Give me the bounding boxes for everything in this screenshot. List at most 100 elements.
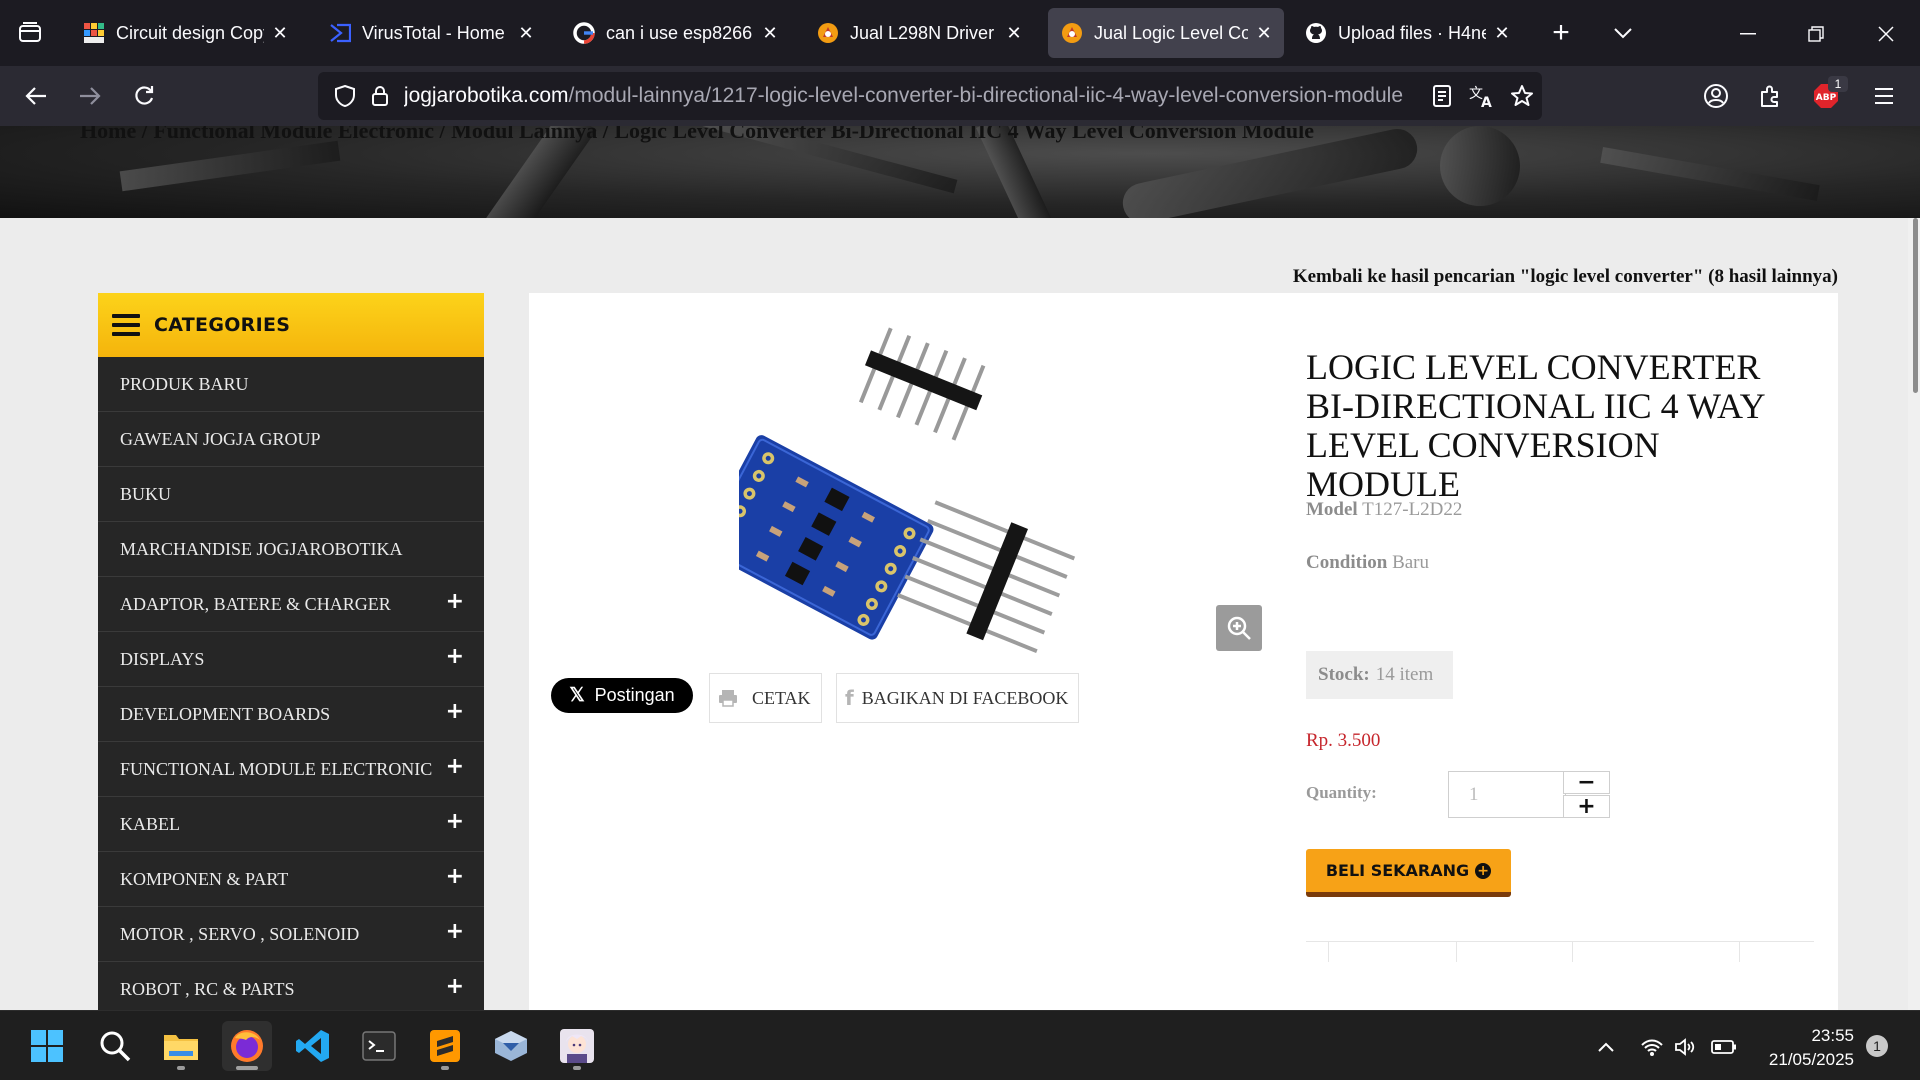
- close-tab-icon[interactable]: ✕: [516, 23, 536, 43]
- close-tab-icon[interactable]: ✕: [1254, 23, 1274, 43]
- tab-github-upload[interactable]: Upload files · H4nen ✕: [1292, 8, 1522, 58]
- forward-button[interactable]: [72, 78, 108, 114]
- arrow-right-icon: [80, 87, 101, 105]
- vscode-button[interactable]: [288, 1021, 338, 1071]
- volume-status[interactable]: [1672, 1033, 1700, 1061]
- reader-view-icon[interactable]: [1422, 85, 1462, 107]
- zoom-image-button[interactable]: [1216, 605, 1262, 651]
- category-komponen-part[interactable]: KOMPONEN & PART +: [98, 852, 484, 907]
- restore-button[interactable]: [1796, 14, 1836, 54]
- pinned-app-button[interactable]: [552, 1021, 602, 1071]
- expand-plus-icon[interactable]: +: [446, 754, 464, 779]
- close-tab-icon[interactable]: ✕: [760, 23, 780, 43]
- extensions-button[interactable]: [1752, 78, 1788, 114]
- address-bar[interactable]: jogjarobotika.com/modul-lainnya/1217-log…: [318, 72, 1542, 120]
- product-image[interactable]: [739, 313, 1119, 653]
- url-path: /modul-lainnya/1217-logic-level-converte…: [568, 84, 1404, 107]
- wifi-status[interactable]: [1638, 1033, 1666, 1061]
- tab-title: Jual L298N Driver M: [850, 22, 998, 43]
- category-motor-servo-solenoid[interactable]: MOTOR , SERVO , SOLENOID +: [98, 907, 484, 962]
- header-banner: Home / Functional Module Electronic / Mo…: [0, 126, 1920, 218]
- show-hidden-icons-button[interactable]: [1592, 1033, 1620, 1061]
- list-all-tabs-button[interactable]: [1608, 18, 1638, 48]
- product-title: LOGIC LEVEL CONVERTER BI-DIRECTIONAL IIC…: [1306, 347, 1765, 504]
- close-window-button[interactable]: [1866, 14, 1906, 54]
- breadcrumb[interactable]: Home / Functional Module Electronic / Mo…: [80, 126, 1314, 144]
- terminal-icon: [362, 1031, 396, 1061]
- tab-overview-button[interactable]: [12, 14, 48, 50]
- start-button[interactable]: [22, 1021, 72, 1071]
- taskbar-search-button[interactable]: [90, 1021, 140, 1071]
- category-development-boards[interactable]: DEVELOPMENT BOARDS +: [98, 687, 484, 742]
- category-label: MARCHANDISE JOGJAROBOTIKA: [120, 538, 403, 559]
- x-post-button[interactable]: 𝕏 Postingan: [551, 678, 693, 713]
- category-label: FUNCTIONAL MODULE ELECTRONIC: [120, 758, 433, 779]
- x-logo-icon: 𝕏: [569, 685, 585, 706]
- categories-header[interactable]: CATEGORIES: [98, 293, 484, 357]
- tab-l298n-driver[interactable]: Jual L298N Driver M ✕: [804, 8, 1034, 58]
- close-tab-icon[interactable]: ✕: [1004, 23, 1024, 43]
- tracking-protection-shield-icon[interactable]: [330, 85, 360, 107]
- quantity-input[interactable]: [1448, 771, 1566, 818]
- category-gawean-jogja-group[interactable]: GAWEAN JOGJA GROUP: [98, 412, 484, 467]
- tab-circuit-design[interactable]: Circuit design Copy ✕: [70, 8, 300, 58]
- virtualbox-button[interactable]: [486, 1021, 536, 1071]
- expand-plus-icon[interactable]: +: [446, 864, 464, 889]
- expand-plus-icon[interactable]: +: [446, 589, 464, 614]
- category-marchandise[interactable]: MARCHANDISE JOGJAROBOTIKA: [98, 522, 484, 577]
- app-menu-button[interactable]: [1866, 78, 1902, 114]
- new-tab-button[interactable]: +: [1546, 16, 1576, 49]
- sublime-text-icon: [430, 1030, 460, 1062]
- buy-now-button[interactable]: BELI SEKARANG +: [1306, 849, 1511, 897]
- expand-plus-icon[interactable]: +: [446, 919, 464, 944]
- category-buku[interactable]: BUKU: [98, 467, 484, 522]
- grid-app-icon: [82, 21, 106, 45]
- quantity-increase-button[interactable]: +: [1563, 794, 1610, 819]
- category-adaptor-batere-charger[interactable]: ADAPTOR, BATERE & CHARGER +: [98, 577, 484, 632]
- expand-plus-icon[interactable]: +: [446, 644, 464, 669]
- plus-icon: +: [1552, 16, 1570, 49]
- battery-status[interactable]: [1710, 1033, 1738, 1061]
- back-to-search-results-link[interactable]: Kembali ke hasil pencarian "logic level …: [1293, 266, 1838, 288]
- url-text[interactable]: jogjarobotika.com/modul-lainnya/1217-log…: [404, 84, 1422, 108]
- category-functional-module-electronic[interactable]: FUNCTIONAL MODULE ELECTRONIC +: [98, 742, 484, 797]
- file-explorer-button[interactable]: [156, 1021, 206, 1071]
- firefox-button[interactable]: [222, 1021, 272, 1071]
- scrollbar-thumb[interactable]: [1913, 218, 1918, 393]
- close-tab-icon[interactable]: ✕: [1492, 23, 1512, 43]
- reload-icon: [135, 86, 154, 105]
- clock-date: 21/05/2025: [1768, 1050, 1854, 1069]
- sublime-text-button[interactable]: [420, 1021, 470, 1071]
- close-tab-icon[interactable]: ✕: [270, 23, 290, 43]
- back-button[interactable]: [18, 78, 54, 114]
- notification-count-badge[interactable]: 1: [1866, 1035, 1888, 1057]
- category-displays[interactable]: DISPLAYS +: [98, 632, 484, 687]
- minimize-button[interactable]: [1728, 14, 1768, 54]
- page-scrollbar[interactable]: [1908, 218, 1920, 1010]
- tab-logic-level-converter[interactable]: Jual Logic Level Con ✕: [1048, 8, 1284, 58]
- translate-icon[interactable]: 文A: [1462, 84, 1502, 108]
- categories-sidebar: CATEGORIES PRODUK BARU GAWEAN JOGJA GROU…: [98, 293, 484, 1010]
- account-button[interactable]: [1698, 78, 1734, 114]
- categories-title: CATEGORIES: [154, 314, 291, 336]
- minus-icon: −: [1577, 770, 1596, 795]
- quantity-decrease-button[interactable]: −: [1563, 770, 1610, 795]
- tab-title: Upload files · H4nen: [1338, 22, 1486, 43]
- expand-plus-icon[interactable]: +: [446, 699, 464, 724]
- category-robot-rc-parts[interactable]: ROBOT , RC & PARTS +: [98, 962, 484, 1010]
- adblock-badge: 1: [1828, 76, 1848, 92]
- terminal-button[interactable]: [354, 1021, 404, 1071]
- share-facebook-button[interactable]: f BAGIKAN DI FACEBOOK: [836, 673, 1079, 723]
- tab-google-search[interactable]: can i use esp8266 fo ✕: [560, 8, 790, 58]
- print-button[interactable]: CETAK: [709, 673, 822, 723]
- category-kabel[interactable]: KABEL +: [98, 797, 484, 852]
- tab-virustotal[interactable]: VirusTotal - Home ✕: [316, 8, 546, 58]
- category-produk-baru[interactable]: PRODUK BARU: [98, 357, 484, 412]
- stock-label: Stock:: [1318, 664, 1370, 685]
- expand-plus-icon[interactable]: +: [446, 974, 464, 999]
- bookmark-star-icon[interactable]: [1502, 84, 1542, 108]
- lock-icon[interactable]: [366, 85, 394, 107]
- expand-plus-icon[interactable]: +: [446, 809, 464, 834]
- system-clock[interactable]: 23:55 21/05/2025: [1754, 1024, 1854, 1072]
- reload-button[interactable]: [126, 78, 162, 114]
